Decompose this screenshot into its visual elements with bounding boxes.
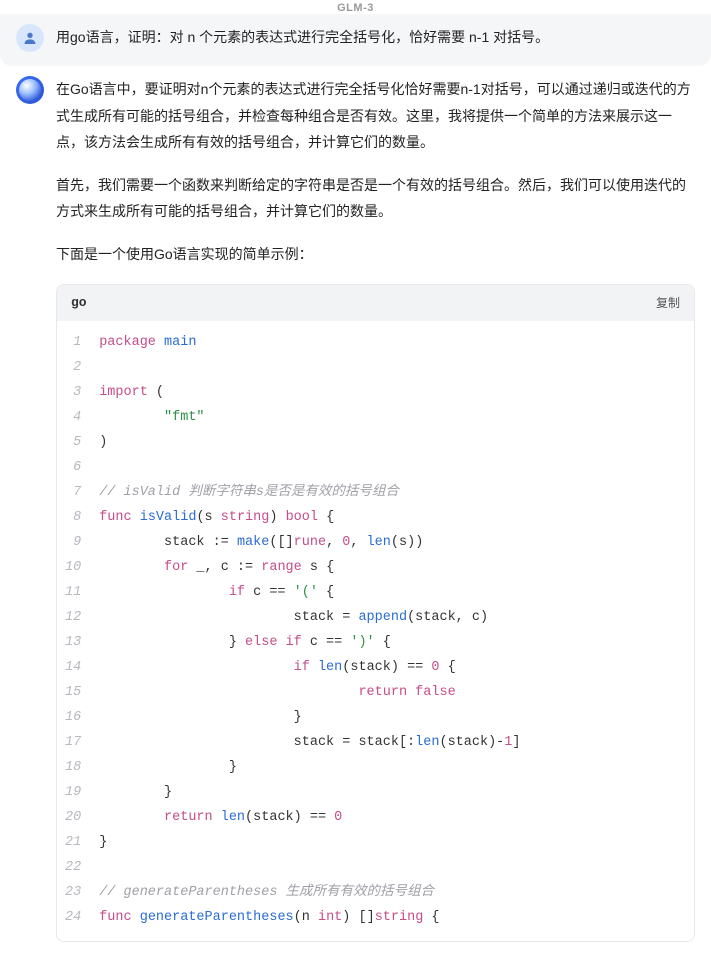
assistant-avatar-icon (16, 76, 44, 104)
code-block: go 复制 1234567891011121314151617181920212… (56, 284, 695, 942)
user-message: 用go语言，证明：对 n 个元素的表达式进行完全括号化，恰好需要 n-1 对括号… (0, 14, 711, 66)
assistant-paragraph: 首先，我们需要一个函数来判断给定的字符串是否是一个有效的括号组合。然后，我们可以… (56, 172, 695, 225)
assistant-paragraph: 下面是一个使用Go语言实现的简单示例： (56, 241, 695, 268)
code-header: go 复制 (57, 285, 694, 322)
model-label: GLM-3 (0, 0, 711, 14)
code-language-label: go (71, 291, 87, 316)
assistant-message: 在Go语言中，要证明对n个元素的表达式进行完全括号化恰好需要n-1对括号，可以通… (0, 66, 711, 956)
user-avatar-icon (16, 24, 44, 52)
assistant-paragraph: 在Go语言中，要证明对n个元素的表达式进行完全括号化恰好需要n-1对括号，可以通… (56, 76, 695, 156)
code-content[interactable]: package main import ( "fmt") // isValid … (93, 321, 694, 940)
code-line-numbers: 123456789101112131415161718192021222324 (57, 321, 93, 940)
user-message-text: 用go语言，证明：对 n 个元素的表达式进行完全括号化，恰好需要 n-1 对括号… (56, 24, 695, 51)
copy-button[interactable]: 复制 (656, 292, 680, 315)
assistant-text: 在Go语言中，要证明对n个元素的表达式进行完全括号化恰好需要n-1对括号，可以通… (56, 76, 695, 268)
